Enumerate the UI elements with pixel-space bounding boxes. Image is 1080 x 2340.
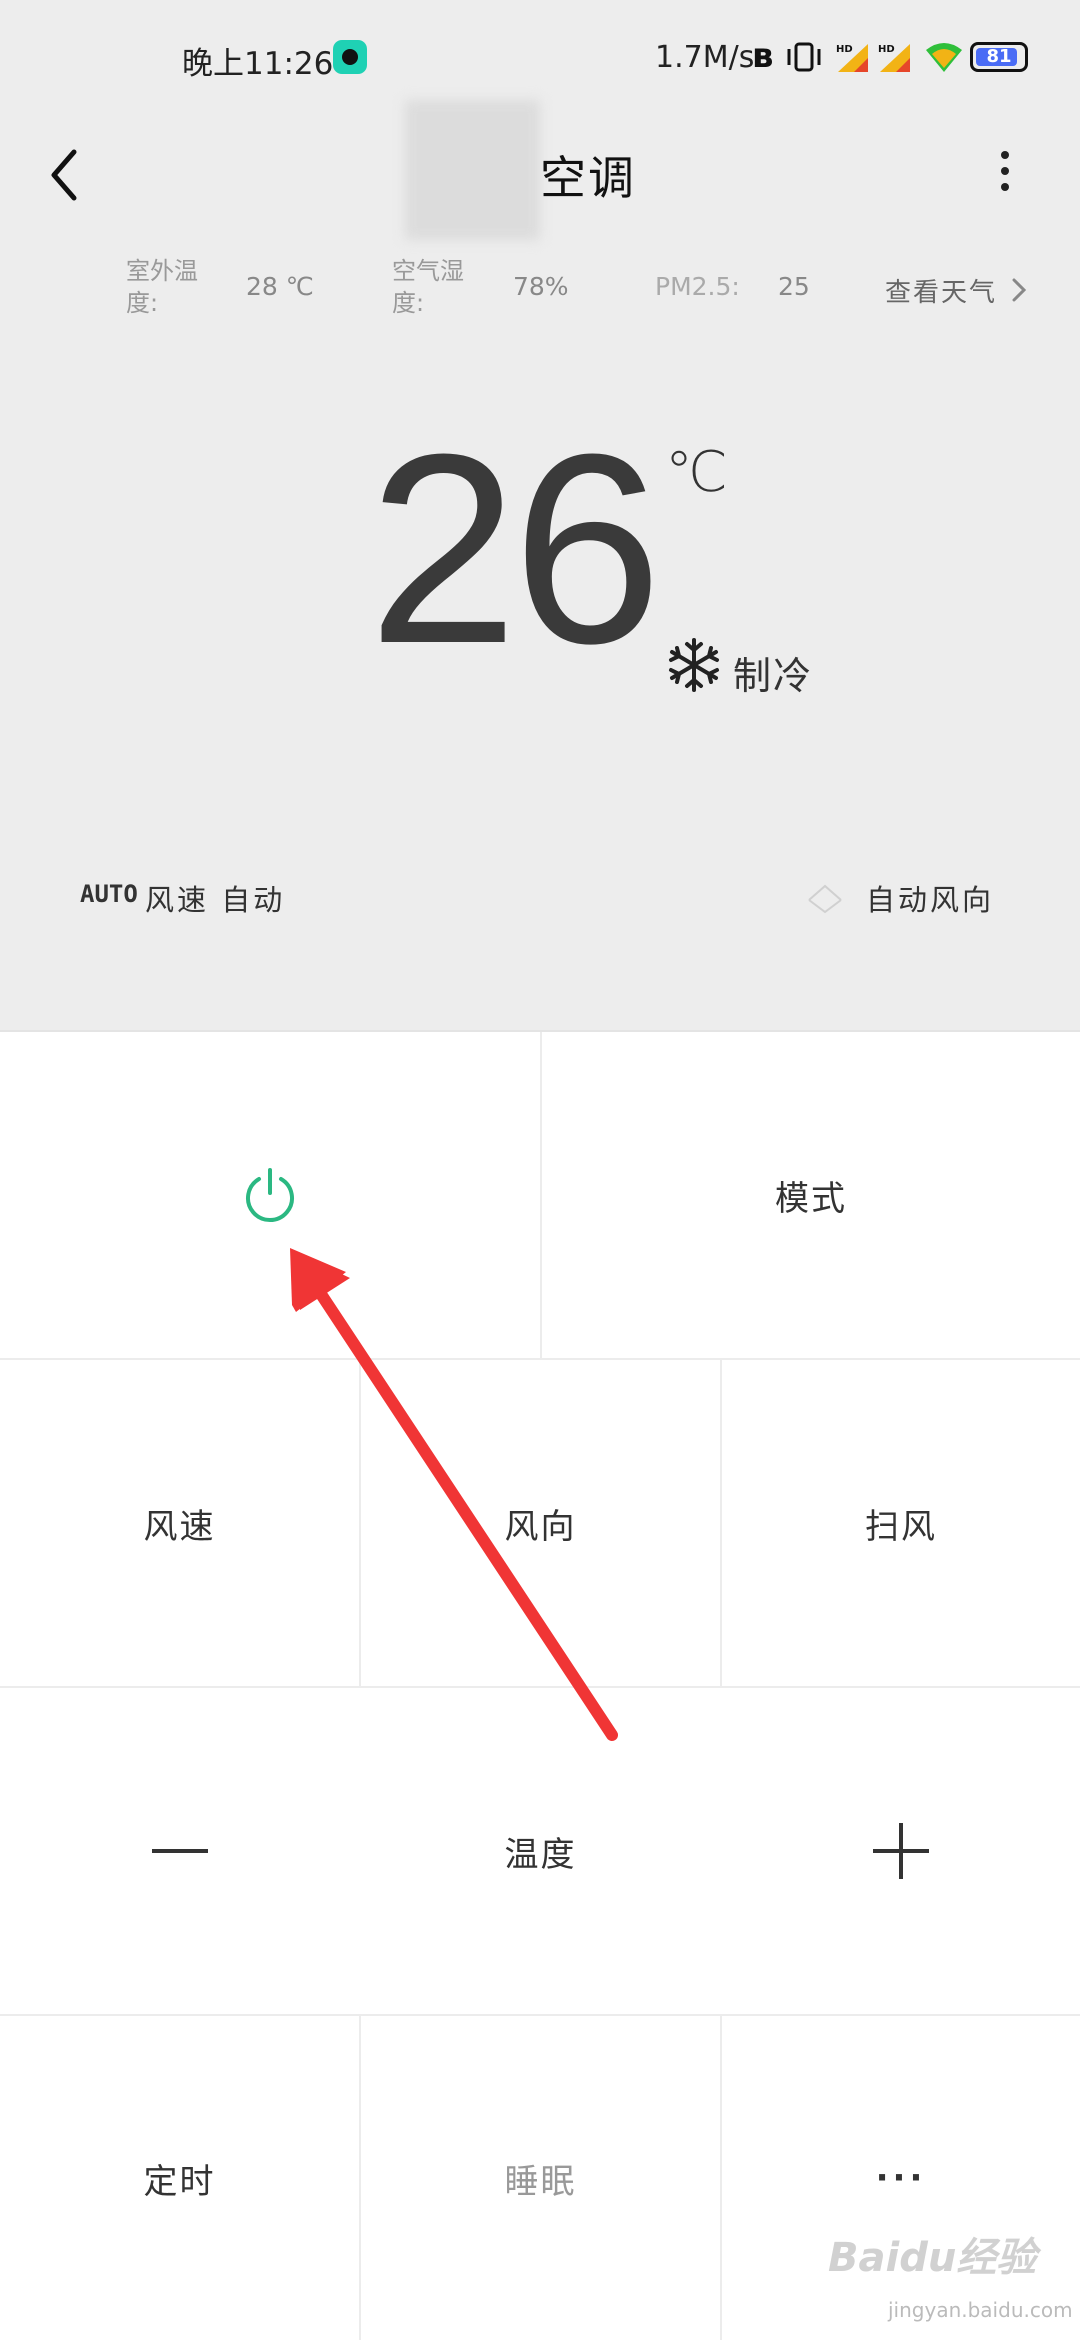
page-title: 空调 [540,151,636,205]
back-button[interactable] [40,140,90,210]
more-dot-icon [1001,151,1009,159]
sleep-button[interactable]: 睡眠 [361,2016,720,2340]
battery-icon: 81 [970,42,1028,72]
app-notification-icon [333,40,367,74]
minus-icon [151,1849,208,1853]
mode-button[interactable]: 模式 [542,1032,1080,1358]
more-functions-button[interactable]: ··· [722,2016,1080,2340]
temperature-label: 温度 [361,1688,720,2014]
divider [0,2014,1080,2016]
divider [0,1358,1080,1360]
svg-text:HD: HD [836,44,853,55]
more-dot-icon [1001,167,1009,175]
temperature-down-button[interactable] [0,1688,359,2014]
divider [720,1360,722,1686]
divider [0,1686,1080,1688]
auto-fan-badge: AUTO [80,880,138,908]
divider [720,2016,722,2340]
baidu-watermark: Baidu经验 [828,2235,1037,2281]
watermark-url: jingyan.baidu.com [888,2298,1073,2322]
network-speed: 1.7M/s [655,40,755,75]
pm25-label: PM2.5: [655,272,740,301]
more-options-button[interactable] [990,145,1020,205]
power-icon [246,1168,294,1223]
swing-direction-status: 自动风向 [866,883,995,917]
fan-speed-status: 风速 自动 [145,883,286,917]
current-temperature: 26 [368,399,662,700]
vibrate-icon [787,42,821,72]
view-weather-link[interactable]: 查看天气 [885,272,997,309]
divider [359,2016,361,2340]
bluetooth-icon: ʙ [752,36,774,76]
pm25-value: 25 [778,272,810,301]
signal-2-icon: HD [878,44,910,72]
status-time: 晚上11:26 [182,46,334,82]
outdoor-temp-label: 室外温 度: [126,257,198,317]
timer-button[interactable]: 定时 [0,2016,359,2340]
power-button[interactable] [0,1032,540,1358]
plus-icon [873,1823,929,1879]
outdoor-temp-value: 28 ℃ [246,272,314,301]
snowflake-icon [669,638,719,692]
humidity-value: 78% [513,272,569,301]
divider [359,1360,361,1686]
signal-1-icon: HD [836,44,868,72]
fan-direction-button[interactable]: 风向 [361,1360,720,1686]
wifi-icon [926,43,962,72]
humidity-label: 空气湿 度: [392,257,464,317]
temperature-unit: ℃ [665,440,728,505]
device-name-blurred [405,100,540,240]
sweep-button[interactable]: 扫风 [722,1360,1080,1686]
current-mode: 制冷 [733,654,814,698]
battery-level: 81 [986,46,1012,67]
swing-direction-icon [808,884,842,914]
svg-text:HD: HD [878,44,895,55]
temperature-up-button[interactable] [722,1688,1080,2014]
more-dot-icon [1001,183,1009,191]
divider [540,1032,542,1358]
fan-speed-button[interactable]: 风速 [0,1360,359,1686]
chevron-right-icon[interactable] [1008,275,1030,305]
status-bar: 晚上11:26 1.7M/s ʙ HD HD 81 [0,0,1080,120]
